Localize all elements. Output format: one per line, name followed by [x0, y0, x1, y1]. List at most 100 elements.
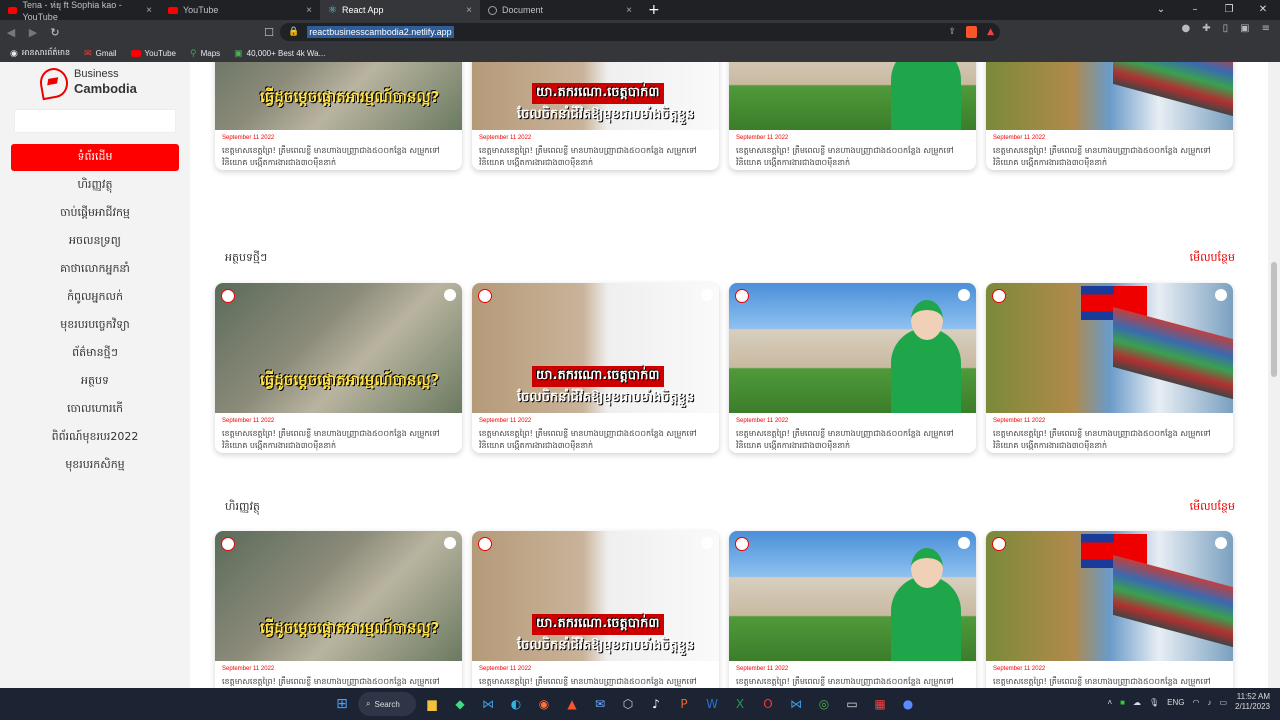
article-thumbnail[interactable]: យា.តករណោ.ចេត្តបាក់៣ ចែលចិកនាំជីវិតឱ្យមុខជ…: [472, 283, 719, 413]
article-thumbnail[interactable]: ធ្វើដូចម្ដេចផ្ដោតអារម្មណ៍បានល្អ?: [215, 283, 462, 413]
article-thumbnail[interactable]: ធ្វើដូចម្ដេចផ្ដោតអារម្មណ៍បានល្អ?: [215, 531, 462, 661]
wallet-icon[interactable]: ▣: [1240, 23, 1249, 34]
sidebar-item-7[interactable]: ព័ត៌មានថ្មីៗ: [11, 340, 179, 368]
article-desc[interactable]: ខេត្តមាសខេត្តព្រៃ! ត្រឹមពេលខ្លី មានហាងបញ…: [736, 428, 969, 452]
brave-rewards-icon[interactable]: ▲: [987, 27, 994, 37]
close-icon[interactable]: ×: [146, 5, 152, 16]
maximize-icon[interactable]: ❐: [1212, 0, 1246, 20]
see-more-link[interactable]: មើលបន្ថែម: [1190, 251, 1235, 267]
article-desc[interactable]: ខេត្តមាសខេត្តព្រៃ! ត្រឹមពេលខ្លី មានហាងបញ…: [479, 428, 712, 452]
article-card[interactable]: ធ្វើដូចម្ដេចផ្ដោតអារម្មណ៍បានល្អ? Septembe…: [215, 531, 462, 688]
brave-icon[interactable]: ▲: [560, 692, 584, 716]
sidebar-item-5[interactable]: កំពូលអ្នកលក់: [11, 284, 179, 312]
edge-icon[interactable]: ◐: [504, 692, 528, 716]
article-thumbnail[interactable]: [986, 62, 1233, 130]
app-icon[interactable]: ⬡: [616, 692, 640, 716]
article-card[interactable]: September 11 2022 ខេត្តមាសខេត្តព្រៃ! ត្រឹ…: [986, 531, 1233, 688]
bookmark-gmail[interactable]: ✉ Gmail: [84, 48, 116, 59]
chrome-icon[interactable]: ◎: [812, 692, 836, 716]
article-thumbnail[interactable]: [729, 531, 976, 661]
onedrive-icon[interactable]: ☁: [1133, 698, 1141, 707]
color-extension-icon[interactable]: ●: [1182, 23, 1191, 34]
word-icon[interactable]: W: [700, 692, 724, 716]
url-text[interactable]: reactbusinesscambodia2.netlify.app: [307, 26, 454, 38]
mail-icon[interactable]: ✉: [588, 692, 612, 716]
article-card[interactable]: យា.តករណោ.ចេត្តបាក់៣ ចែលចិកនាំជីវិតឱ្យមុខជ…: [472, 531, 719, 688]
sidebar-item-3[interactable]: អចលនទ្រព្យ: [11, 228, 179, 256]
site-logo[interactable]: Business Cambodia: [37, 65, 137, 101]
opera-icon[interactable]: O: [756, 692, 780, 716]
new-tab-button[interactable]: +: [648, 2, 660, 18]
article-desc[interactable]: ខេត្តមាសខេត្តព្រៃ! ត្រឹមពេលខ្លី មានហាងបញ…: [736, 145, 969, 169]
article-card[interactable]: យា.តករណោ.ចេត្តបាក់៣ ចែលចិកនាំជីវិតឱ្យមុខជ…: [472, 62, 719, 170]
close-window-icon[interactable]: ✕: [1246, 0, 1280, 20]
tiktok-icon[interactable]: ♪: [644, 692, 668, 716]
terminal-icon[interactable]: ▭: [840, 692, 864, 716]
article-desc[interactable]: ខេត្តមាសខេត្តព្រៃ! ត្រឹមពេលខ្លី មានហាងបញ…: [222, 145, 455, 169]
close-icon[interactable]: ×: [626, 5, 632, 16]
close-icon[interactable]: ×: [466, 5, 472, 16]
article-desc[interactable]: ខេត្តមាសខេត្តព្រៃ! ត្រឹមពេលខ្លី មានហាងបញ…: [993, 428, 1226, 452]
close-icon[interactable]: ×: [306, 5, 312, 16]
chevron-up-icon[interactable]: ˄: [1107, 698, 1112, 707]
bookmark-wallpapers[interactable]: ▣ 40,000+ Best 4k Wa...: [234, 48, 325, 59]
bookmark-youtube[interactable]: YouTube: [130, 49, 176, 58]
firefox-icon[interactable]: ◉: [532, 692, 556, 716]
language-indicator[interactable]: ENG: [1167, 698, 1184, 707]
article-card[interactable]: ធ្វើដូចម្ដេចផ្ដោតអារម្មណ៍បានល្អ? Septembe…: [215, 283, 462, 453]
wifi-icon[interactable]: ◠: [1192, 698, 1199, 707]
forward-icon[interactable]: ▶: [22, 26, 44, 39]
article-desc[interactable]: ខេត្តមាសខេត្តព្រៃ! ត្រឹមពេលខ្លី មានហាងបញ…: [993, 676, 1226, 688]
article-thumbnail[interactable]: យា.តករណោ.ចេត្តបាក់៣ ចែលចិកនាំជីវិតឱ្យមុខជ…: [472, 531, 719, 661]
lock-icon[interactable]: 🔒: [288, 27, 299, 37]
microphone-icon[interactable]: 🎙: [1149, 698, 1159, 707]
article-desc[interactable]: ខេត្តមាសខេត្តព្រៃ! ត្រឹមពេលខ្លី មានហាងបញ…: [736, 676, 969, 688]
article-thumbnail[interactable]: [986, 531, 1233, 661]
tab-youtube-music[interactable]: Tena - ห่ยุ ft Sophia kao - YouTube ×: [0, 0, 160, 22]
article-desc[interactable]: ខេត្តមាសខេត្តព្រៃ! ត្រឹមពេលខ្លី មានហាងបញ…: [222, 428, 455, 452]
article-desc[interactable]: ខេត្តមាសខេត្តព្រៃ! ត្រឹមពេលខ្លី មានហាងបញ…: [993, 145, 1226, 169]
article-desc[interactable]: ខេត្តមាសខេត្តព្រៃ! ត្រឹមពេលខ្លី មានហាងបញ…: [222, 676, 455, 688]
file-explorer-icon[interactable]: ▆: [420, 692, 444, 716]
minimize-icon[interactable]: –: [1178, 0, 1212, 20]
bookmark-news[interactable]: ◉ អានសារព័ត៌មាន: [10, 47, 70, 59]
tab-react-app[interactable]: ⚛ React App ×: [320, 0, 480, 20]
article-card[interactable]: September 11 2022 ខេត្តមាសខេត្តព្រៃ! ត្រឹ…: [729, 62, 976, 170]
excel-icon[interactable]: X: [728, 692, 752, 716]
article-thumbnail[interactable]: [729, 62, 976, 130]
vscode-icon[interactable]: ⋈: [784, 692, 808, 716]
bookmark-icon[interactable]: ☐: [258, 26, 280, 39]
volume-icon[interactable]: ♪: [1207, 698, 1211, 707]
app-tray-icon[interactable]: ■: [1120, 698, 1125, 707]
powerpoint-icon[interactable]: P: [672, 692, 696, 716]
app-icon[interactable]: ▦: [868, 692, 892, 716]
share-icon[interactable]: ⇪: [949, 27, 957, 37]
sidebar-item-2[interactable]: ចាប់ផ្តើមអាជីវកម្ម: [11, 200, 179, 228]
article-card[interactable]: យា.តករណោ.ចេត្តបាក់៣ ចែលចិកនាំជីវិតឱ្យមុខជ…: [472, 283, 719, 453]
brave-shield-icon[interactable]: [966, 26, 978, 38]
clock[interactable]: 11:52 AM 2/11/2023: [1235, 692, 1270, 713]
tab-document[interactable]: Document ×: [480, 0, 640, 20]
puzzle-icon[interactable]: ✚: [1202, 23, 1210, 34]
scrollbar-thumb[interactable]: [1271, 262, 1277, 377]
sidebar-item-0[interactable]: ទំព័រដើម: [11, 144, 179, 171]
sidebar-item-1[interactable]: ហិរញ្ញវត្ថុ: [11, 172, 179, 200]
article-thumbnail[interactable]: [986, 283, 1233, 413]
sidebar-icon[interactable]: ▯: [1223, 23, 1229, 34]
menu-icon[interactable]: ≡: [1262, 23, 1270, 34]
article-thumbnail[interactable]: យា.តករណោ.ចេត្តបាក់៣ ចែលចិកនាំជីវិតឱ្យមុខជ…: [472, 62, 719, 130]
article-desc[interactable]: ខេត្តមាសខេត្តព្រៃ! ត្រឹមពេលខ្លី មានហាងបញ…: [479, 145, 712, 169]
vertical-scrollbar[interactable]: [1268, 62, 1280, 688]
sidebar-item-9[interactable]: ចោលហោរកើ: [11, 396, 179, 424]
windows-start-icon[interactable]: ⊞: [330, 692, 354, 716]
app-icon[interactable]: ●: [896, 692, 920, 716]
sidebar-item-6[interactable]: មុខរបរបច្ចេកវិទ្យា: [11, 312, 179, 340]
bookmark-maps[interactable]: ⚲ Maps: [190, 48, 220, 59]
sidebar-item-10[interactable]: ពិព័រណ៍មុខរបរ2022: [11, 424, 179, 452]
taskbar-search[interactable]: ⌕ Search: [358, 692, 416, 716]
address-bar[interactable]: 🔒 reactbusinesscambodia2.netlify.app ⇪ ▲: [280, 23, 1000, 41]
article-thumbnail[interactable]: [729, 283, 976, 413]
search-input[interactable]: [14, 109, 176, 133]
article-card[interactable]: September 11 2022 ខេត្តមាសខេត្តព្រៃ! ត្រឹ…: [986, 283, 1233, 453]
article-card[interactable]: ធ្វើដូចម្ដេចផ្ដោតអារម្មណ៍បានល្អ? Septembe…: [215, 62, 462, 170]
